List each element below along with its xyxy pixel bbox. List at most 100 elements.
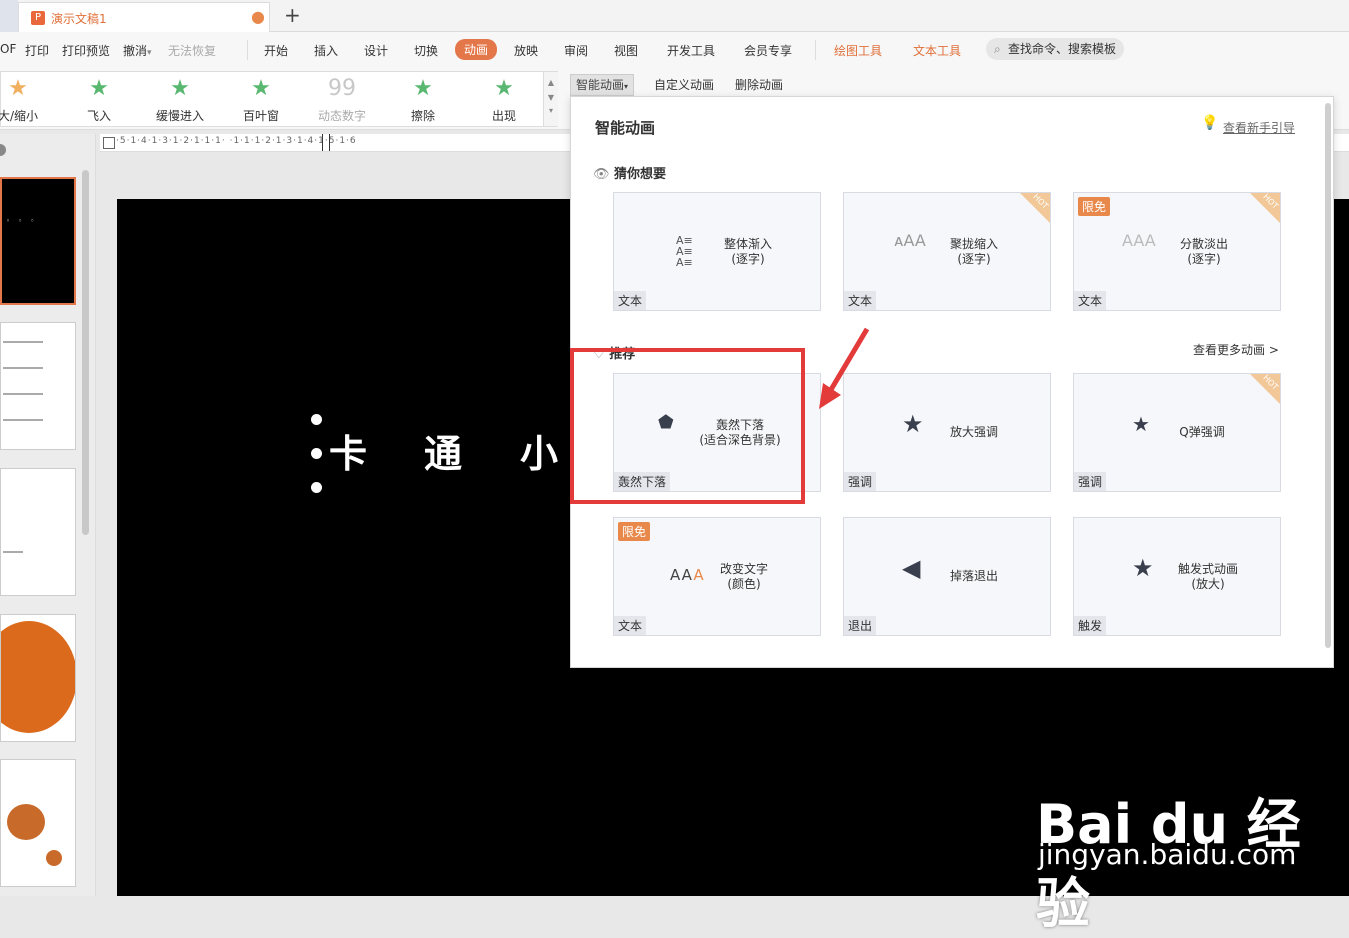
tab-strip-left[interactable] [0,0,18,32]
star-icon: ★ [251,76,271,101]
menu-drawing-tools[interactable]: 绘图工具 [834,42,882,59]
number-icon: 99 [328,76,356,101]
anim-card-bounce-emphasis[interactable]: HOT ★ Q弹强调 强调 [1073,373,1281,492]
tab-stop-icon[interactable] [103,137,115,149]
slide-char[interactable]: 卡 [329,423,367,478]
panel-title: 智能动画 [595,119,656,137]
star-icon: ★ [1132,554,1154,582]
star-icon: ★ [8,76,28,101]
anim-card-scatter-fade[interactable]: HOT 限免 AAA 分散淡出 (逐字) 文本 [1073,192,1281,311]
scroll-up-icon[interactable]: ▲ [544,78,558,87]
anim-card-change-text-color[interactable]: 限免 AAA 改变文字 (颜色) 文本 [613,517,821,636]
menu-dev-tools[interactable]: 开发工具 [667,42,715,59]
slide-thumbnail-3[interactable] [0,468,76,596]
gallery-item-fly-in[interactable]: ★ 飞入 [64,72,134,126]
thumb-text [3,341,43,343]
menu-divider [247,40,248,60]
slide-char[interactable]: 通 [424,423,462,478]
menu-slideshow[interactable]: 放映 [514,42,538,59]
gallery-item-slow-enter[interactable]: ★ 缓慢进入 [145,72,215,126]
menu-pdf[interactable]: OF [0,42,16,56]
card-name: 放大强调 [949,425,998,439]
gallery-item-blinds[interactable]: ★ 百叶窗 [226,72,296,126]
menu-redo[interactable]: 无法恢复 [168,42,216,59]
gallery-item-wipe[interactable]: ★ 擦除 [388,72,458,126]
gallery-item-dynamic-number[interactable]: 99 动态数字 [307,72,377,126]
thumb-text: ◦◦◦ [6,217,43,225]
guess-section-label: 猜你想要 [614,167,667,182]
menu-review[interactable]: 审阅 [564,42,588,59]
star-icon: ★ [1132,412,1150,436]
gallery-label: 大/缩小 [0,109,39,123]
smart-animation-button[interactable]: 智能动画▾ [570,74,635,96]
menu-divider [815,40,816,60]
menu-text-tools[interactable]: 文本工具 [913,42,961,59]
indent-marker[interactable] [322,134,330,151]
free-badge: 限免 [1078,197,1111,216]
card-name: 分散淡出 (逐字) [1179,237,1228,266]
lightbulb-icon: 💡 [1201,115,1219,131]
menu-insert[interactable]: 插入 [314,42,338,59]
card-name: 整体渐入 (逐字) [723,237,772,266]
dropdown-arrow-icon: ▾ [147,48,152,58]
anim-card-drop-exit[interactable]: ◀ 掉落退出 退出 [843,517,1051,636]
card-name: 改变文字 (颜色) [719,562,768,591]
menu-member[interactable]: 会员专享 [744,42,792,59]
star-icon: ★ [170,76,190,101]
star-icon: ★ [494,76,514,101]
card-name: 聚拢缩入 (逐字) [949,237,998,266]
panel-toggle-icon[interactable] [0,144,6,156]
menu-bar: OF 打印 打印预览 撤消▾ 无法恢复 开始 插入 设计 切换 动画 放映 审阅… [0,32,1349,68]
resize-handle[interactable] [311,482,322,493]
custom-animation-button[interactable]: 自定义动画 [648,74,720,96]
gallery-item-appear[interactable]: ★ 出现 [469,72,539,126]
menu-transition[interactable]: 切换 [414,42,438,59]
gallery-scroller[interactable]: ▲ ▼ ▾ [543,72,558,126]
gallery-item-zoom[interactable]: ★ 大/缩小 [0,72,53,126]
panel-scrollbar[interactable] [1325,103,1331,648]
slide-thumbnail-2[interactable] [0,322,76,450]
card-name: Q弹强调 [1179,425,1225,439]
free-badge: 限免 [618,522,651,541]
menu-print-preview[interactable]: 打印预览 [62,42,110,59]
presentation-icon: P [31,11,45,25]
expand-icon[interactable]: ▾ [544,106,558,115]
card-tag: 文本 [614,291,647,310]
anim-card-gather-zoom[interactable]: HOT ᴀAA 聚拢缩入 (逐字) 文本 [843,192,1051,311]
new-tab-button[interactable]: + [284,3,301,27]
document-tab[interactable]: P 演示文稿1 ● [18,2,270,32]
menu-undo[interactable]: 撤消▾ [123,42,152,59]
menu-animation[interactable]: 动画 [455,39,498,60]
text-color-icon: AAA [670,566,705,584]
menu-start[interactable]: 开始 [264,42,288,59]
scroll-down-icon[interactable]: ▼ [544,93,558,102]
slide-thumbnail-4[interactable] [0,614,76,742]
more-animations-link[interactable]: 查看更多动画 > [1193,341,1279,358]
guide-link[interactable]: 查看新手引导 [1223,119,1295,136]
gallery-label: 擦除 [410,109,435,123]
slide-thumbnail-1[interactable]: ◦◦◦ [0,177,76,305]
resize-handle[interactable] [311,414,322,425]
anim-card-whole-fade-in[interactable]: A≡ A≡ A≡ 整体渐入 (逐字) 文本 [613,192,821,311]
star-icon: ★ [89,76,109,101]
delete-animation-button[interactable]: 删除动画 [729,74,789,96]
resize-handle[interactable] [311,448,322,459]
unsaved-dot-icon: ● [251,7,265,26]
menu-design[interactable]: 设计 [364,42,388,59]
slide-thumbnail-5[interactable] [0,759,76,887]
command-search[interactable]: ⌕ 查找命令、搜索模板 [986,38,1124,60]
gallery-label: 缓慢进入 [155,109,204,123]
gallery-label: 出现 [491,109,516,123]
animation-gallery: ★ 大/缩小 ★ 飞入 ★ 缓慢进入 ★ 百叶窗 99 动态数字 ★ 擦除 ★ … [0,71,558,127]
card-tag: 文本 [614,616,647,635]
menu-print[interactable]: 打印 [25,42,49,59]
text-scale-icon: ᴀAA [894,231,926,250]
thumbnail-scrollbar[interactable] [82,170,89,535]
thumb-text [3,551,23,553]
bear-icon [7,804,45,840]
anim-card-trigger-zoom[interactable]: ★ 触发式动画 (放大) 触发 [1073,517,1281,636]
text-lines-icon: A≡ A≡ A≡ [676,234,693,269]
gallery-label: 百叶窗 [242,109,279,123]
menu-view[interactable]: 视图 [614,42,638,59]
slide-char[interactable]: 小 [520,423,558,478]
